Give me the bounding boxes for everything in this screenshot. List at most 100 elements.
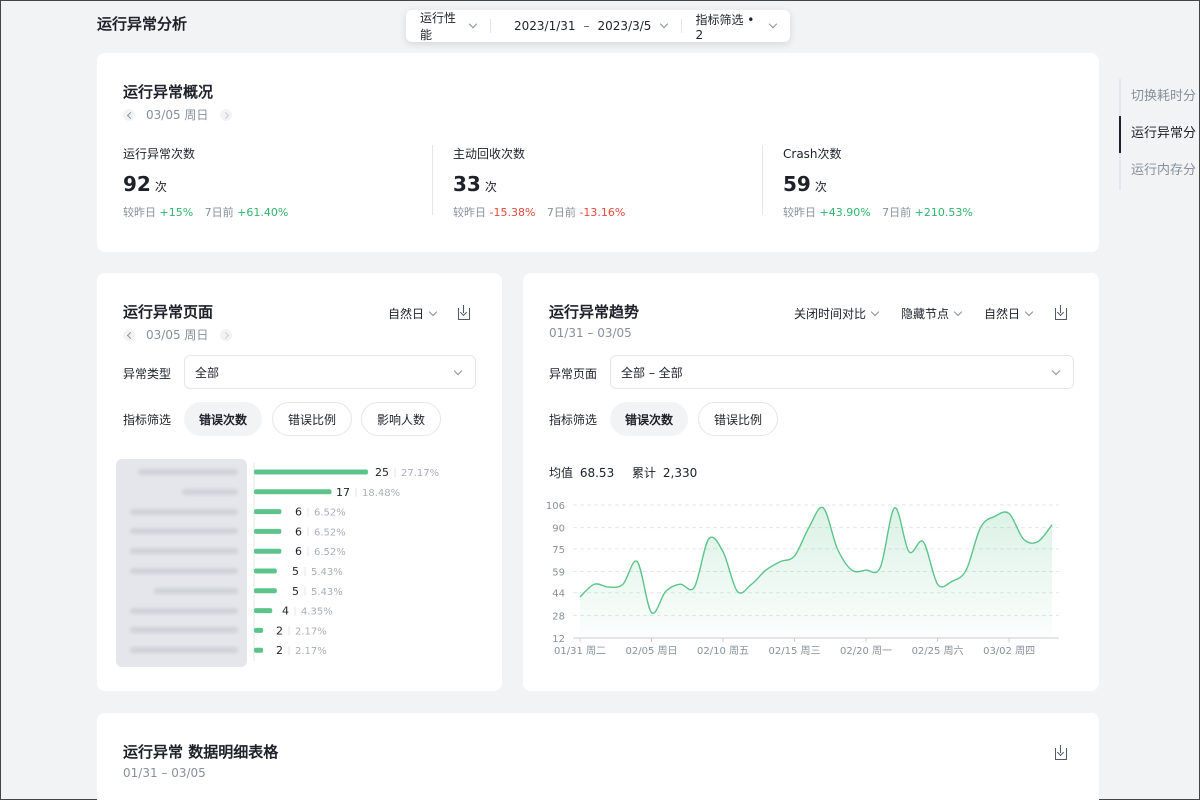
error-pages-date: 03/05 周日 bbox=[146, 328, 209, 342]
anchor-nav-item-error[interactable]: 运行异常分 bbox=[1119, 116, 1196, 153]
prev-day-icon[interactable] bbox=[123, 328, 135, 341]
bar[interactable] bbox=[254, 627, 264, 633]
error-trend-line-chart: 106 90 75 59 44 28 1201/31 周二 02/05 周日 02/10 周五 0… bbox=[546, 501, 1059, 657]
error-trend-date-range: 01/31 – 03/05 bbox=[549, 326, 632, 340]
bar[interactable] bbox=[254, 608, 273, 614]
bar-pct-label: 2.17% bbox=[295, 626, 327, 637]
bar-pct-label: 2.17% bbox=[295, 646, 327, 657]
bar-count-label: 5 bbox=[292, 585, 299, 598]
next-day-icon[interactable] bbox=[220, 328, 233, 341]
overview-date-nav: 03/05 周日 bbox=[123, 106, 233, 123]
kpi-crash-count: Crash次数 59 次 较昨日 +43.90% 7日前 +210.53% bbox=[783, 145, 973, 220]
error-pages-card: 运行异常页面 03/05 周日 自然日 异常类型 全部 指标筛选 错误次数 错误… bbox=[97, 273, 502, 691]
kpi-label: 运行异常次数 bbox=[123, 147, 196, 161]
avg-label: 均值 bbox=[549, 466, 574, 480]
kpi-error-count: 运行异常次数 92 次 较昨日 +15% 7日前 +61.40% bbox=[123, 145, 288, 220]
pill-error-count[interactable]: 错误次数 bbox=[184, 402, 262, 436]
bar-count-label: 17 bbox=[336, 486, 350, 499]
x-tick-label: 02/20 周一 bbox=[840, 645, 892, 657]
download-icon[interactable] bbox=[1055, 745, 1067, 760]
bar[interactable] bbox=[254, 509, 282, 515]
metric-select[interactable]: 运行性能 bbox=[406, 10, 490, 42]
date-range-picker[interactable]: 2023/1/31 – 2023/3/5 bbox=[490, 10, 681, 42]
bar-count-label: 6 bbox=[295, 525, 302, 538]
bar-count-label: 6 bbox=[295, 506, 302, 519]
x-tick-label: 02/10 周五 bbox=[697, 645, 749, 657]
error-trend-title: 运行异常趋势 bbox=[549, 303, 640, 321]
bar-pct-label: 4.35% bbox=[301, 607, 333, 618]
chevron-down-icon bbox=[769, 19, 778, 29]
bar[interactable] bbox=[254, 528, 282, 534]
bar-pct-label: 6.52% bbox=[314, 527, 346, 538]
y-tick-label: 44 bbox=[552, 589, 565, 600]
page-name-redacted bbox=[182, 488, 238, 495]
y-tick-label: 59 bbox=[552, 568, 565, 579]
granularity-select[interactable]: 自然日 bbox=[984, 305, 1034, 322]
bar-pct-label: 5.43% bbox=[311, 587, 343, 598]
global-filter-bar: 运行性能 2023/1/31 – 2023/3/5 指标筛选 • 2 bbox=[406, 10, 790, 42]
overview-title: 运行异常概况 bbox=[123, 83, 214, 101]
page-name-redacted bbox=[130, 508, 238, 515]
hide-nodes-toggle[interactable]: 隐藏节点 bbox=[901, 305, 963, 322]
chevron-down-icon bbox=[428, 307, 438, 316]
y-tick-label: 28 bbox=[552, 611, 565, 622]
error-type-select[interactable]: 全部 bbox=[184, 355, 476, 389]
bar-pct-label: 5.43% bbox=[311, 567, 343, 578]
pill-error-count[interactable]: 错误次数 bbox=[610, 402, 688, 436]
page-name-redacted bbox=[130, 627, 238, 634]
y-tick-label: 106 bbox=[546, 501, 565, 512]
bar[interactable] bbox=[254, 548, 282, 554]
y-tick-label: 75 bbox=[552, 545, 565, 556]
bar-count-label: 4 bbox=[282, 605, 289, 618]
next-day-icon[interactable] bbox=[220, 108, 233, 121]
error-page-label: 异常页面 bbox=[549, 367, 598, 381]
y-tick-label: 12 bbox=[552, 634, 565, 645]
prev-day-icon[interactable] bbox=[123, 108, 135, 121]
anchor-nav-item-switch[interactable]: 切换耗时分 bbox=[1121, 79, 1196, 116]
pill-error-ratio[interactable]: 错误比例 bbox=[698, 402, 778, 436]
bar[interactable] bbox=[254, 568, 277, 574]
avg-value: 68.53 bbox=[579, 466, 615, 480]
pill-error-ratio[interactable]: 错误比例 bbox=[272, 402, 352, 436]
x-tick-label: 02/25 周六 bbox=[912, 645, 964, 657]
metric-filter-label: 指标筛选 bbox=[549, 413, 598, 427]
page-name-redacted bbox=[130, 607, 238, 614]
detail-table-date-range: 01/31 – 03/05 bbox=[123, 766, 206, 780]
bar[interactable] bbox=[254, 469, 368, 475]
metric-filter-label: 指标筛选 bbox=[123, 413, 172, 427]
error-page-select[interactable]: 全部 – 全部 bbox=[610, 355, 1074, 389]
kpi-divider bbox=[762, 145, 763, 215]
chevron-down-icon bbox=[1024, 307, 1034, 316]
indicator-filter-label: 指标筛选 • 2 bbox=[695, 12, 755, 42]
page-name-redacted bbox=[138, 469, 238, 475]
bar[interactable] bbox=[254, 489, 332, 495]
chevron-down-icon bbox=[870, 307, 880, 316]
time-compare-toggle[interactable]: 关闭时间对比 bbox=[794, 305, 880, 322]
error-pages-bar-chart: 25 27.17%17 18.48%6 6.52%6 6.52%6 6.52%5 5.43%… bbox=[253, 463, 439, 661]
download-icon[interactable] bbox=[1055, 305, 1067, 320]
bar-count-label: 5 bbox=[292, 565, 299, 578]
kpi-divider bbox=[432, 145, 433, 215]
anchor-nav-item-memory[interactable]: 运行内存分 bbox=[1121, 153, 1196, 190]
error-trend-card: 运行异常趋势 01/31 – 03/05 关闭时间对比 隐藏节点 自然日 异常页… bbox=[523, 273, 1099, 691]
bar[interactable] bbox=[254, 647, 264, 653]
indicator-filter[interactable]: 指标筛选 • 2 bbox=[681, 10, 790, 42]
y-tick-label: 90 bbox=[552, 524, 565, 535]
granularity-select[interactable]: 自然日 bbox=[388, 305, 438, 322]
bar-count-label: 2 bbox=[276, 644, 283, 657]
kpi-compare: 较昨日 +15% 7日前 +61.40% bbox=[123, 206, 289, 219]
download-icon[interactable] bbox=[458, 305, 470, 320]
bar[interactable] bbox=[254, 588, 277, 594]
overview-card: 运行异常概况 03/05 周日 运行异常次数 92 次 较昨日 +15% 7日前 … bbox=[97, 53, 1099, 252]
chevron-down-icon bbox=[1051, 366, 1061, 376]
kpi-label: Crash次数 bbox=[783, 147, 842, 161]
bar-count-label: 2 bbox=[276, 624, 283, 637]
page-name-redacted bbox=[130, 548, 238, 555]
page-name-redacted bbox=[130, 647, 238, 654]
detail-table-title: 运行异常 数据明细表格 bbox=[123, 743, 279, 761]
pill-affected-users[interactable]: 影响人数 bbox=[361, 402, 441, 436]
bar-pct-label: 6.52% bbox=[314, 547, 346, 558]
page-name-redacted bbox=[130, 568, 238, 574]
error-pages-title: 运行异常页面 bbox=[123, 303, 214, 321]
bar-pct-label: 18.48% bbox=[362, 488, 400, 499]
